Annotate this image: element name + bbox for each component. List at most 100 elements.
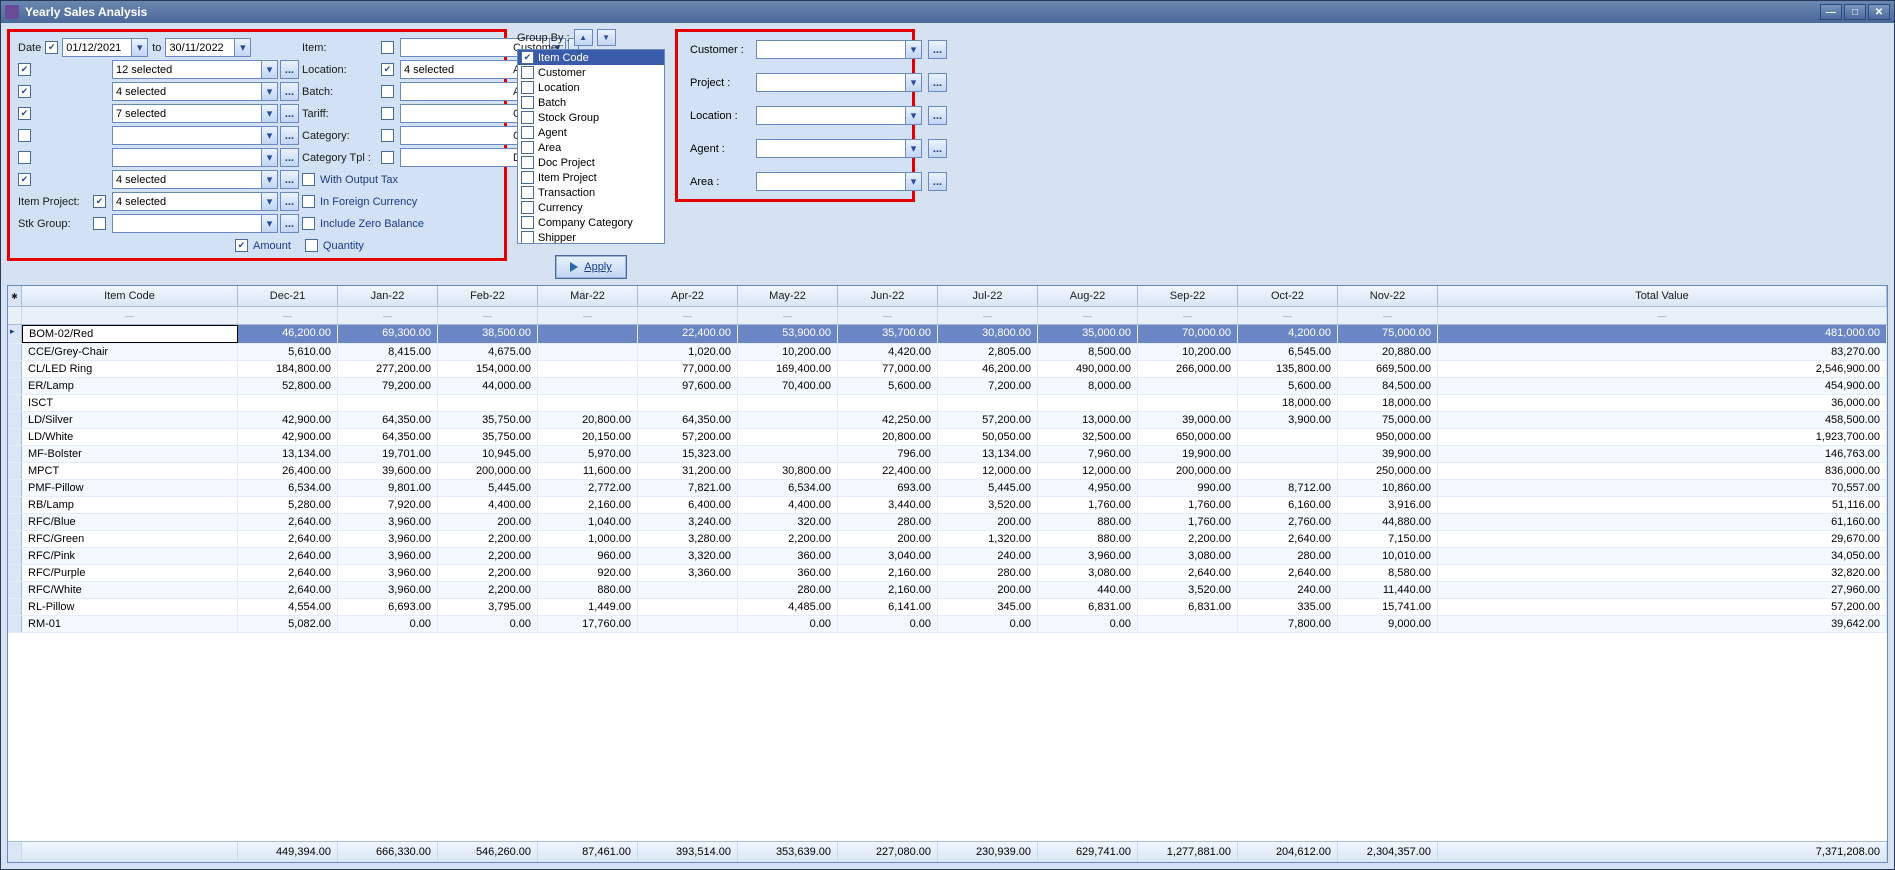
column-header[interactable]: Jun-22 <box>838 286 938 306</box>
filter-cell[interactable] <box>8 307 22 324</box>
groupby-item-check[interactable] <box>521 216 534 229</box>
rf-area-input[interactable]: ▾ <box>756 172 922 191</box>
grid-filter-row[interactable]: —————————————— <box>8 307 1887 325</box>
table-row[interactable]: MPCT26,400.0039,600.00200,000.0011,600.0… <box>8 463 1887 480</box>
column-header[interactable]: Oct-22 <box>1238 286 1338 306</box>
tariff-enable-check[interactable] <box>381 107 394 120</box>
amount-check[interactable] <box>235 239 248 252</box>
grid-body[interactable]: BOM-02/Red46,200.0069,300.0038,500.0022,… <box>8 325 1887 841</box>
agent-input[interactable]: ▾ <box>112 82 278 101</box>
filter-cell[interactable]: — <box>338 307 438 324</box>
rf-location-input[interactable]: ▾ <box>756 106 922 125</box>
column-header[interactable]: Nov-22 <box>1338 286 1438 306</box>
groupby-item-check[interactable] <box>521 186 534 199</box>
table-row[interactable]: RB/Lamp5,280.007,920.004,400.002,160.006… <box>8 497 1887 514</box>
filter-cell[interactable]: — <box>238 307 338 324</box>
chevron-down-icon[interactable]: ▾ <box>234 38 251 57</box>
chevron-down-icon[interactable]: ▾ <box>261 126 278 145</box>
table-row[interactable]: RFC/Pink2,640.003,960.002,200.00960.003,… <box>8 548 1887 565</box>
customer-input[interactable]: ▾ <box>112 60 278 79</box>
column-header[interactable]: Apr-22 <box>638 286 738 306</box>
docproject-enable-check[interactable] <box>18 173 31 186</box>
rf-customer-browse-button[interactable]: ... <box>928 40 947 59</box>
window-maximize-button[interactable]: □ <box>1844 4 1866 20</box>
batch-enable-check[interactable] <box>381 85 394 98</box>
filter-cell[interactable]: — <box>738 307 838 324</box>
groupby-item[interactable]: Transaction <box>518 185 664 200</box>
chevron-down-icon[interactable]: ▾ <box>905 139 922 158</box>
docproject-browse-button[interactable]: ... <box>280 170 299 189</box>
groupby-item-check[interactable] <box>521 201 534 214</box>
area-enable-check[interactable] <box>18 107 31 120</box>
column-header[interactable]: Sep-22 <box>1138 286 1238 306</box>
row-header[interactable] <box>8 599 22 615</box>
row-header[interactable] <box>8 378 22 394</box>
groupby-item-check[interactable] <box>521 171 534 184</box>
groupby-item-check[interactable] <box>521 66 534 79</box>
table-row[interactable]: RL-Pillow4,554.006,693.003,795.001,449.0… <box>8 599 1887 616</box>
cocategory-input[interactable]: ▾ <box>112 148 278 167</box>
area-browse-button[interactable]: ... <box>280 104 299 123</box>
row-header[interactable] <box>8 531 22 547</box>
table-row[interactable]: ISCT18,000.0018,000.0036,000.00 <box>8 395 1887 412</box>
currency-browse-button[interactable]: ... <box>280 126 299 145</box>
groupby-item-check[interactable] <box>521 231 534 244</box>
row-header[interactable] <box>8 480 22 496</box>
filter-cell[interactable]: — <box>1438 307 1887 324</box>
docproject-input[interactable]: ▾ <box>112 170 278 189</box>
table-row[interactable]: RFC/Green2,640.003,960.002,200.001,000.0… <box>8 531 1887 548</box>
column-header[interactable]: Aug-22 <box>1038 286 1138 306</box>
currency-input[interactable]: ▾ <box>112 126 278 145</box>
column-header[interactable]: Item Code <box>22 286 238 306</box>
chevron-down-icon[interactable]: ▾ <box>131 38 148 57</box>
itemproject-input[interactable]: ▾ <box>112 192 278 211</box>
item-enable-check[interactable] <box>381 41 394 54</box>
filter-cell[interactable]: — <box>838 307 938 324</box>
groupby-item[interactable]: Area <box>518 140 664 155</box>
groupby-item-check[interactable] <box>521 156 534 169</box>
groupby-item[interactable]: Company Category <box>518 215 664 230</box>
table-row[interactable]: RM-015,082.000.000.0017,760.000.000.000.… <box>8 616 1887 633</box>
column-header[interactable]: May-22 <box>738 286 838 306</box>
table-row[interactable]: MF-Bolster13,134.0019,701.0010,945.005,9… <box>8 446 1887 463</box>
filter-cell[interactable]: — <box>638 307 738 324</box>
row-header[interactable] <box>8 582 22 598</box>
filter-cell[interactable]: — <box>1138 307 1238 324</box>
stkgroup-input[interactable]: ▾ <box>112 214 278 233</box>
quantity-check[interactable] <box>305 239 318 252</box>
rf-agent-input[interactable]: ▾ <box>756 139 922 158</box>
row-header[interactable] <box>8 395 22 411</box>
table-row[interactable]: LD/Silver42,900.0064,350.0035,750.0020,8… <box>8 412 1887 429</box>
column-header[interactable]: Dec-21 <box>238 286 338 306</box>
include-zero-balance-check[interactable] <box>302 217 315 230</box>
row-header[interactable] <box>8 514 22 530</box>
stkgroup-enable-check[interactable] <box>93 217 106 230</box>
stkgroup-browse-button[interactable]: ... <box>280 214 299 233</box>
agent-browse-button[interactable]: ... <box>280 82 299 101</box>
chevron-down-icon[interactable]: ▾ <box>261 214 278 233</box>
groupby-item[interactable]: Customer <box>518 65 664 80</box>
groupby-item[interactable]: Item Project <box>518 170 664 185</box>
chevron-down-icon[interactable]: ▾ <box>261 104 278 123</box>
groupby-item[interactable]: Stock Group <box>518 110 664 125</box>
table-row[interactable]: RFC/White2,640.003,960.002,200.00880.002… <box>8 582 1887 599</box>
chevron-down-icon[interactable]: ▾ <box>905 172 922 191</box>
row-header[interactable] <box>8 616 22 632</box>
row-header[interactable] <box>8 361 22 377</box>
itemproject-browse-button[interactable]: ... <box>280 192 299 211</box>
table-row[interactable]: ER/Lamp52,800.0079,200.0044,000.0097,600… <box>8 378 1887 395</box>
groupby-item-check[interactable] <box>521 81 534 94</box>
groupby-list[interactable]: Item CodeCustomerLocationBatchStock Grou… <box>517 49 665 244</box>
customer-browse-button[interactable]: ... <box>280 60 299 79</box>
row-header[interactable] <box>8 344 22 360</box>
agent-enable-check[interactable] <box>18 85 31 98</box>
rf-area-browse-button[interactable]: ... <box>928 172 947 191</box>
chevron-down-icon[interactable]: ▾ <box>905 40 922 59</box>
row-header[interactable] <box>8 497 22 513</box>
row-header[interactable] <box>8 446 22 462</box>
row-header[interactable] <box>8 325 22 343</box>
chevron-down-icon[interactable]: ▾ <box>261 170 278 189</box>
row-header[interactable] <box>8 463 22 479</box>
date-to-input[interactable]: ▾ <box>165 38 251 57</box>
rf-project-input[interactable]: ▾ <box>756 73 922 92</box>
